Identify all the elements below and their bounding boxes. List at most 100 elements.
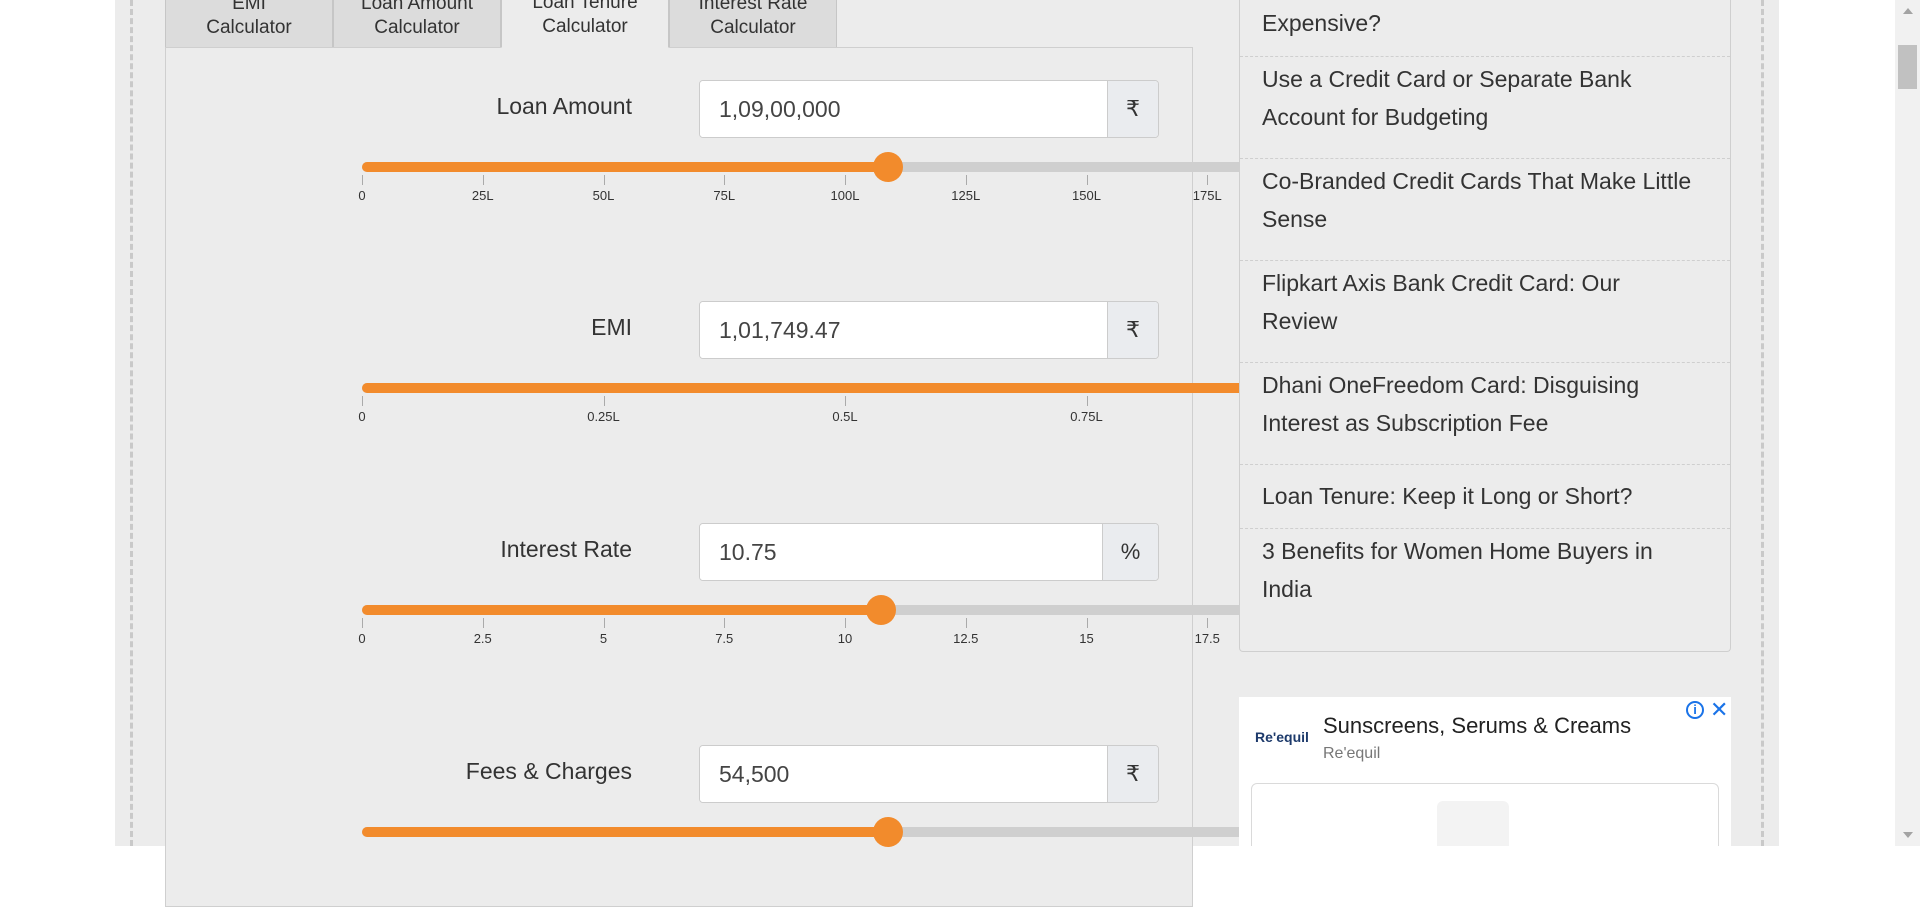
- slider-tick-label: 50L: [592, 188, 615, 203]
- slider-tick-label: 2.5: [473, 631, 492, 646]
- fees-charges-input[interactable]: [700, 746, 1107, 802]
- slider-tick: [482, 175, 484, 185]
- emi-field: ₹: [699, 301, 1159, 359]
- divider: [1240, 528, 1730, 529]
- slider-fill: [362, 605, 882, 615]
- scroll-down-arrow-icon[interactable]: [1903, 832, 1913, 838]
- list-item[interactable]: Expensive?: [1240, 4, 1730, 42]
- slider-tick: [1086, 396, 1088, 406]
- content-border-right: [1761, 0, 1764, 846]
- slider-tick-label: 10: [837, 631, 853, 646]
- slider-tick: [1086, 618, 1088, 628]
- slider-tick: [845, 175, 846, 185]
- list-item-text: Flipkart Axis Bank Credit Card: Our: [1262, 270, 1620, 296]
- slider-tick-label: 75L: [713, 188, 736, 203]
- content-border-left: [130, 0, 133, 846]
- calculator-panel: Loan Amount ₹ 0 25L 50L 75L 100L 125L 150L 175L…: [165, 47, 1343, 907]
- interest-rate-slider[interactable]: 02.557.51012.51517.520: [358, 595, 1335, 665]
- divider: [1240, 56, 1730, 57]
- slider-tick: [845, 618, 846, 628]
- scroll-up-arrow-icon[interactable]: [1903, 8, 1913, 14]
- list-item[interactable]: 3 Benefits for Women Home Buyers in Indi…: [1240, 532, 1730, 608]
- tab-label-line2: Calculator: [710, 16, 796, 38]
- list-item[interactable]: Flipkart Axis Bank Credit Card: Our Revi…: [1240, 264, 1730, 340]
- slider-tick-label: 5: [599, 631, 608, 646]
- slider-tick: [362, 618, 363, 628]
- emi-slider[interactable]: 00.25L0.5L0.75L1L: [358, 373, 1343, 443]
- tab-label-line1: Interest Rate: [698, 0, 808, 14]
- slider-tick-label: 15: [1079, 631, 1094, 646]
- interest-rate-input[interactable]: [700, 524, 1102, 580]
- slider-tick: [482, 618, 484, 628]
- slider-tick-label: 0: [358, 188, 366, 203]
- tab-label-line1: EMI: [232, 0, 266, 14]
- fees-charges-slider[interactable]: [362, 817, 1328, 887]
- list-item-text: Interest as Subscription Fee: [1262, 410, 1549, 436]
- emi-label: EMI: [591, 314, 632, 340]
- slider-tick-label: 125L: [951, 188, 981, 203]
- calculator-tabs: EMI Calculator Loan Amount Calculator Loan…: [165, 0, 837, 48]
- slider-tick: [845, 396, 846, 406]
- slider-tick-label: 0: [358, 409, 366, 424]
- ad-close-icon[interactable]: ✕: [1710, 697, 1728, 723]
- slider-tick: [603, 175, 605, 185]
- slider-handle[interactable]: [866, 595, 897, 625]
- tab-loan-tenure-calculator[interactable]: Loan Tenure Calculator: [501, 0, 669, 48]
- loan-amount-field: ₹: [699, 80, 1159, 138]
- list-item-text: Sense: [1262, 206, 1328, 232]
- emi-input[interactable]: [700, 302, 1107, 358]
- list-item-text: 3 Benefits for Women Home Buyers in: [1262, 538, 1653, 564]
- percent-icon: %: [1102, 524, 1158, 580]
- loan-amount-input[interactable]: [700, 81, 1107, 137]
- list-item[interactable]: Dhani OneFreedom Card: Disguising Intere…: [1240, 366, 1730, 442]
- slider-tick: [362, 396, 363, 406]
- related-articles-list: Expensive? Use a Credit Card or Separate…: [1239, 0, 1731, 652]
- slider-tick: [724, 618, 726, 628]
- list-item[interactable]: Loan Tenure: Keep it Long or Short?: [1240, 477, 1730, 515]
- ad-info-icon[interactable]: i: [1686, 701, 1704, 719]
- slider-tick: [362, 175, 363, 185]
- divider: [1240, 464, 1730, 465]
- scrollbar-thumb[interactable]: [1898, 45, 1917, 89]
- loan-amount-slider[interactable]: 025L50L75L100L125L150L175L200L: [358, 152, 1342, 222]
- tab-label-line2: Calculator: [374, 16, 460, 38]
- tab-label-line2: Calculator: [542, 16, 628, 37]
- loan-amount-label: Loan Amount: [496, 93, 632, 119]
- slider-tick-label: 0.75L: [1070, 409, 1103, 424]
- product-image: [1437, 801, 1509, 846]
- rupee-icon: ₹: [1107, 746, 1158, 802]
- slider-tick-label: 150L: [1072, 188, 1101, 203]
- slider-tick: [603, 618, 605, 628]
- slider-fill: [362, 162, 889, 172]
- slider-handle[interactable]: [873, 152, 904, 182]
- interest-rate-label: Interest Rate: [500, 536, 632, 562]
- advertisement[interactable]: Re'equil Sunscreens, Serums & Creams Re'…: [1239, 697, 1731, 846]
- rupee-icon: ₹: [1107, 302, 1158, 358]
- slider-tick-label: 0: [358, 631, 366, 646]
- slider-tick-label: 12.5: [953, 631, 979, 646]
- slider-tick-label: 17.5: [1194, 631, 1220, 646]
- ad-title[interactable]: Sunscreens, Serums & Creams: [1323, 713, 1631, 739]
- page-scrollbar[interactable]: [1895, 0, 1920, 846]
- slider-fill: [362, 383, 1328, 393]
- tab-label-line2: Calculator: [206, 16, 292, 38]
- tab-loan-amount-calculator[interactable]: Loan Amount Calculator: [333, 0, 501, 48]
- slider-tick-label: 100L: [830, 188, 860, 203]
- divider: [1240, 260, 1730, 261]
- slider-tick: [965, 175, 967, 185]
- rupee-icon: ₹: [1107, 81, 1158, 137]
- divider: [1240, 362, 1730, 363]
- tab-emi-calculator[interactable]: EMI Calculator: [165, 0, 333, 48]
- slider-tick: [603, 396, 605, 406]
- slider-tick: [965, 618, 967, 628]
- list-item[interactable]: Use a Credit Card or Separate Bank Accou…: [1240, 60, 1730, 136]
- list-item-text: Loan Tenure: Keep it Long or Short?: [1262, 483, 1633, 509]
- ad-advertiser: Re'equil: [1323, 745, 1381, 762]
- list-item-text: Use a Credit Card or Separate Bank: [1262, 66, 1632, 92]
- slider-tick: [1207, 175, 1209, 185]
- list-item-text: Account for Budgeting: [1262, 104, 1489, 130]
- list-item[interactable]: Co-Branded Credit Cards That Make Little…: [1240, 162, 1730, 238]
- tab-interest-rate-calculator[interactable]: Interest Rate Calculator: [669, 0, 837, 48]
- slider-handle[interactable]: [873, 817, 904, 847]
- tab-label-line1: Loan Tenure: [532, 0, 638, 13]
